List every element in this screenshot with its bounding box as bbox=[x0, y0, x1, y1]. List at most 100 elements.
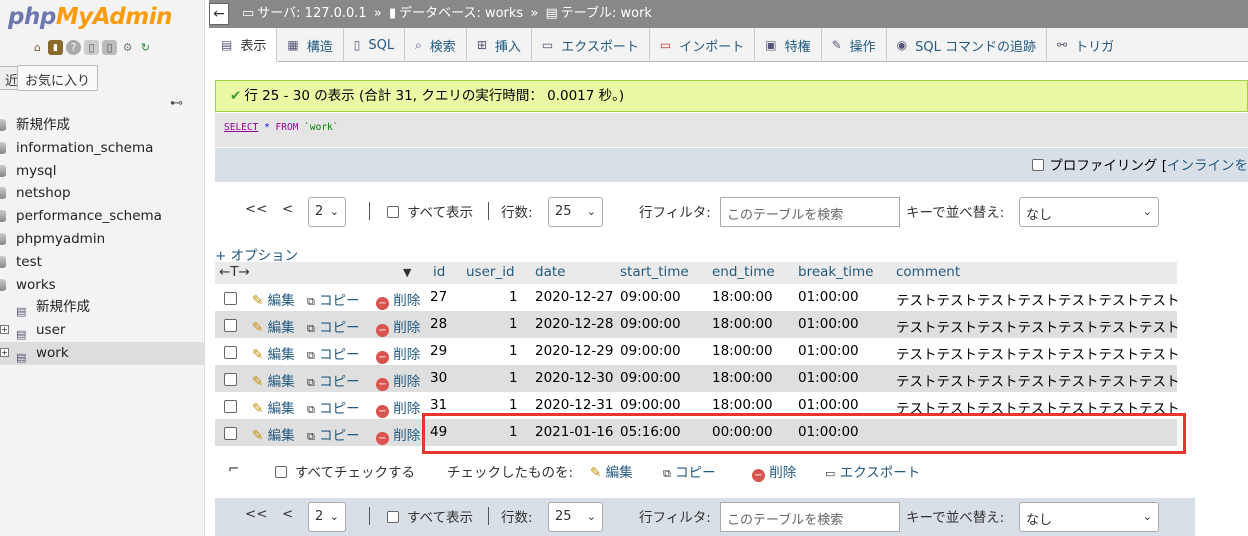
edit-action[interactable]: ✎ 編集 bbox=[252, 343, 295, 363]
cell-start-time[interactable]: 09:00:00 bbox=[620, 316, 681, 332]
cell-comment[interactable]: テストテストテストテストテストテストテスト bbox=[896, 316, 1180, 336]
tree-item-works-new-table[interactable]: ▤ 新規作成 bbox=[0, 296, 204, 319]
docs-sql-icon[interactable]: ▯ bbox=[102, 40, 117, 55]
expand-icon[interactable]: + bbox=[0, 325, 9, 335]
row-checkbox[interactable] bbox=[224, 400, 237, 413]
check-all-checkbox[interactable] bbox=[275, 466, 287, 478]
cell-end-time[interactable]: 18:00:00 bbox=[712, 316, 773, 332]
home-icon[interactable]: ⌂ bbox=[30, 40, 45, 55]
sort-select[interactable]: なし ⌄ bbox=[1019, 502, 1159, 532]
tab-structure[interactable]: ▦ 構造 bbox=[277, 28, 344, 62]
logout-icon[interactable]: ▮ bbox=[48, 40, 63, 55]
tree-item-mysql[interactable]: mysql bbox=[0, 160, 204, 183]
cell-end-time[interactable]: 18:00:00 bbox=[712, 289, 773, 305]
row-checkbox[interactable] bbox=[224, 373, 237, 386]
row-checkbox[interactable] bbox=[224, 319, 237, 332]
column-header-end-time[interactable]: end_time bbox=[712, 264, 775, 280]
rows-select[interactable]: 25 ⌄ bbox=[548, 197, 603, 227]
breadcrumb-table[interactable]: テーブル: work bbox=[561, 6, 652, 21]
cell-id[interactable]: 30 bbox=[430, 370, 447, 386]
row-checkbox[interactable] bbox=[224, 427, 237, 440]
column-header-id[interactable]: id bbox=[433, 264, 445, 280]
cell-date[interactable]: 2020-12-29 bbox=[535, 343, 613, 359]
cell-date[interactable]: 2020-12-27 bbox=[535, 289, 613, 305]
cell-comment[interactable]: テストテストテストテストテストテストテスト bbox=[896, 343, 1180, 363]
delete-action[interactable]: − 削除 bbox=[376, 424, 420, 445]
tab-insert[interactable]: ⊞ 挿入 bbox=[467, 28, 532, 62]
delete-action[interactable]: − 削除 bbox=[376, 289, 420, 310]
column-header-comment[interactable]: comment bbox=[896, 264, 960, 280]
tab-tracking[interactable]: ◉ SQL コマンドの追跡 bbox=[887, 28, 1048, 62]
edit-action[interactable]: ✎ 編集 bbox=[252, 424, 295, 444]
column-header-user-id[interactable]: user_id bbox=[466, 264, 515, 280]
tree-item-user[interactable]: + ▤ user bbox=[0, 319, 204, 342]
breadcrumb-database[interactable]: データベース: works bbox=[399, 6, 523, 21]
sql-query-box[interactable]: SELECT * FROM `work` bbox=[215, 113, 1248, 147]
tree-item-netshop[interactable]: netshop bbox=[0, 182, 204, 205]
tree-item-works[interactable]: works bbox=[0, 274, 204, 297]
copy-action[interactable]: ⧉ コピー bbox=[307, 289, 360, 309]
cell-comment[interactable]: テストテストテストテストテストテストテスト bbox=[896, 370, 1180, 390]
expand-icon[interactable]: + bbox=[0, 347, 9, 357]
cell-break-time[interactable]: 01:00:00 bbox=[798, 316, 859, 332]
inline-edit-link[interactable]: インラインを bbox=[1167, 158, 1248, 174]
sort-select[interactable]: なし ⌄ bbox=[1019, 197, 1159, 227]
cell-start-time[interactable]: 09:00:00 bbox=[620, 370, 681, 386]
cell-date[interactable]: 2020-12-28 bbox=[535, 316, 613, 332]
cell-id[interactable]: 29 bbox=[430, 343, 447, 359]
tree-item-information-schema[interactable]: information_schema bbox=[0, 137, 204, 160]
row-checkbox[interactable] bbox=[224, 292, 237, 305]
edit-action[interactable]: ✎ 編集 bbox=[252, 397, 295, 417]
show-all-option[interactable]: すべて表示 bbox=[387, 506, 473, 526]
tab-import[interactable]: ▭ インポート bbox=[650, 28, 756, 62]
cell-break-time[interactable]: 01:00:00 bbox=[798, 370, 859, 386]
cell-user-id[interactable]: 1 bbox=[509, 397, 518, 413]
page-select[interactable]: 2 ⌄ bbox=[308, 502, 346, 532]
cell-start-time[interactable]: 09:00:00 bbox=[620, 343, 681, 359]
column-header-date[interactable]: date bbox=[535, 264, 565, 280]
phpmyadmin-logo[interactable]: phpMyAdmin bbox=[8, 4, 172, 30]
cell-start-time[interactable]: 09:00:00 bbox=[620, 289, 681, 305]
page-select[interactable]: 2 ⌄ bbox=[308, 197, 346, 227]
cell-id[interactable]: 28 bbox=[430, 316, 447, 332]
options-link[interactable]: + オプション bbox=[215, 244, 298, 264]
link-icon[interactable]: ⊷ bbox=[170, 96, 183, 111]
show-all-checkbox[interactable] bbox=[387, 511, 399, 523]
cell-end-time[interactable]: 18:00:00 bbox=[712, 370, 773, 386]
cell-end-time[interactable]: 18:00:00 bbox=[712, 343, 773, 359]
cell-user-id[interactable]: 1 bbox=[509, 316, 518, 332]
delete-action[interactable]: − 削除 bbox=[376, 343, 420, 364]
help-icon[interactable]: ? bbox=[66, 40, 81, 55]
column-menu-icon[interactable]: ▼ bbox=[403, 266, 411, 279]
tab-privileges[interactable]: ▣ 特権 bbox=[755, 28, 822, 62]
gear-icon[interactable]: ⚙ bbox=[120, 40, 135, 55]
edit-action[interactable]: ✎ 編集 bbox=[252, 370, 295, 390]
favorites-tab[interactable]: お気に入り bbox=[17, 65, 99, 91]
row-checkbox[interactable] bbox=[224, 346, 237, 359]
column-header-start-time[interactable]: start_time bbox=[620, 264, 689, 280]
bulk-edit-button[interactable]: ✎ 編集 bbox=[590, 461, 633, 481]
breadcrumb-server[interactable]: サーバ: 127.0.0.1 bbox=[257, 6, 366, 21]
tab-triggers[interactable]: ⚯ トリガ bbox=[1047, 28, 1124, 62]
copy-action[interactable]: ⧉ コピー bbox=[307, 316, 360, 336]
column-arrows[interactable]: ←T→ bbox=[219, 264, 250, 280]
delete-action[interactable]: − 削除 bbox=[376, 370, 420, 391]
copy-action[interactable]: ⧉ コピー bbox=[307, 424, 360, 444]
profiling-checkbox[interactable] bbox=[1032, 159, 1045, 171]
collapse-sidebar-icon[interactable]: ← bbox=[209, 3, 229, 25]
cell-id[interactable]: 31 bbox=[430, 397, 447, 413]
cell-date[interactable]: 2020-12-31 bbox=[535, 397, 613, 413]
cell-start-time[interactable]: 09:00:00 bbox=[620, 397, 681, 413]
first-page-button[interactable]: << bbox=[245, 506, 268, 522]
tab-export[interactable]: ▭ エクスポート bbox=[532, 28, 650, 62]
tree-item-phpmyadmin[interactable]: phpmyadmin bbox=[0, 228, 204, 251]
tab-search[interactable]: ⌕ 検索 bbox=[405, 28, 467, 62]
cell-end-time[interactable]: 18:00:00 bbox=[712, 397, 773, 413]
bulk-copy-button[interactable]: ⧉ コピー bbox=[663, 461, 716, 481]
delete-action[interactable]: − 削除 bbox=[376, 316, 420, 337]
prev-page-button[interactable]: < bbox=[282, 506, 293, 522]
cell-user-id[interactable]: 1 bbox=[509, 370, 518, 386]
bulk-export-button[interactable]: ▭ エクスポート bbox=[825, 461, 920, 481]
docs-icon[interactable]: ▯ bbox=[84, 40, 99, 55]
cell-break-time[interactable]: 01:00:00 bbox=[798, 343, 859, 359]
